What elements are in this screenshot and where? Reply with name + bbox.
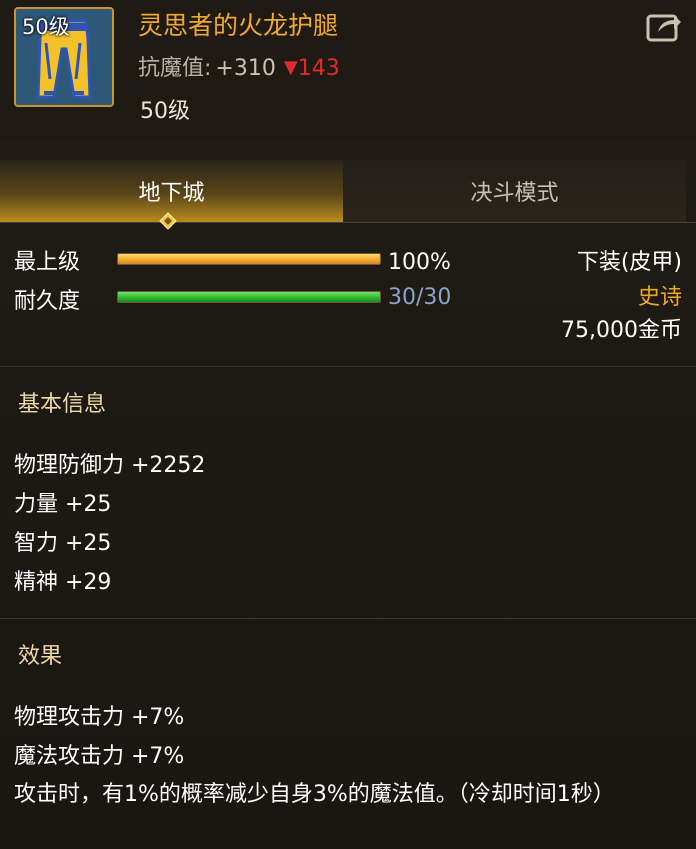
- divider: [0, 366, 696, 367]
- stat-line: 力量 +25: [14, 492, 112, 517]
- durability-bar-fill: [118, 292, 380, 302]
- upgrade-bar: [117, 253, 381, 265]
- stat-line: 精神 +29: [14, 570, 112, 595]
- active-tab-marker-icon: [159, 212, 177, 230]
- effects-title: 效果: [18, 644, 63, 669]
- item-header: 50级 灵思者的火龙护腿 抗魔值: +310 ▼143 50级: [0, 0, 696, 140]
- durability-value: 30/30: [388, 285, 452, 310]
- item-tooltip-panel: 50级 灵思者的火龙护腿 抗魔值: +310 ▼143 50级 地下城 决斗模式 最…: [0, 0, 696, 849]
- item-level-badge: 50级: [22, 15, 70, 39]
- upgrade-label: 最上级: [14, 250, 81, 275]
- effect-line: 魔法攻击力 +7%: [14, 744, 185, 769]
- stat-line: 物理防御力 +2252: [14, 453, 206, 478]
- effect-line: 物理攻击力 +7%: [14, 705, 185, 730]
- leather-pants-icon: 50级: [14, 7, 114, 107]
- resist-diff-value: 143: [297, 56, 340, 81]
- durability-bar: [117, 291, 381, 303]
- decrease-arrow-icon: ▼: [283, 57, 298, 78]
- upgrade-value: 100%: [388, 250, 451, 275]
- level-requirement: 50级: [140, 99, 190, 124]
- divider: [0, 618, 696, 619]
- stat-line: 智力 +25: [14, 531, 112, 556]
- resist-value: +310: [215, 56, 276, 81]
- sell-price: 75,000金币: [561, 318, 682, 343]
- mode-tabs: 地下城 决斗模式: [0, 160, 696, 223]
- effect-description: 攻击时，有1%的概率减少自身3%的魔法值。（冷却时间1秒）: [14, 782, 615, 807]
- rarity-label: 史诗: [637, 285, 682, 310]
- resist-label: 抗魔值:: [138, 56, 212, 81]
- durability-label: 耐久度: [14, 289, 81, 314]
- tab-pvp[interactable]: 决斗模式: [343, 160, 686, 222]
- slot-type: 下装(皮甲): [576, 250, 682, 275]
- magic-resist-line: 抗魔值: +310 ▼143: [138, 50, 340, 82]
- share-icon[interactable]: [646, 10, 682, 42]
- basic-info-title: 基本信息: [18, 392, 107, 417]
- upgrade-bar-fill: [118, 254, 380, 264]
- item-name: 灵思者的火龙护腿: [138, 11, 339, 40]
